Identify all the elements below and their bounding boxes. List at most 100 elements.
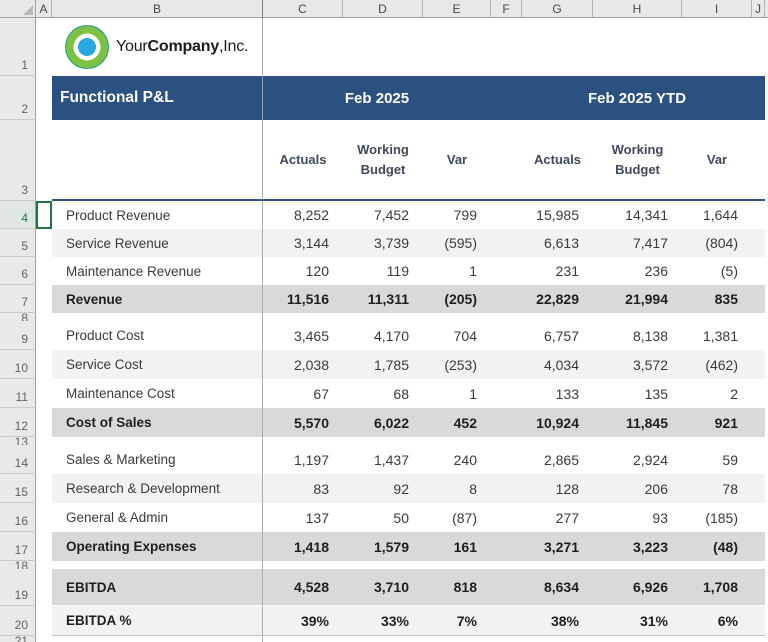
- cell-value[interactable]: 33%: [343, 606, 423, 636]
- col-header-j[interactable]: J: [752, 0, 765, 18]
- col-header-e[interactable]: E: [423, 0, 491, 18]
- cell-value[interactable]: 236: [593, 257, 682, 285]
- cell-value[interactable]: 8: [423, 474, 491, 503]
- var-header[interactable]: Var: [423, 120, 491, 201]
- cell-value[interactable]: 78: [682, 474, 752, 503]
- cell-value[interactable]: 137: [263, 503, 343, 532]
- row-label[interactable]: Maintenance Revenue: [52, 257, 263, 285]
- col-header-a[interactable]: A: [36, 0, 52, 18]
- cell[interactable]: [36, 229, 52, 257]
- row-label[interactable]: Product Revenue: [52, 201, 263, 229]
- cell[interactable]: [491, 257, 522, 285]
- cell-value[interactable]: 5,570: [263, 408, 343, 437]
- cell-value[interactable]: 120: [263, 257, 343, 285]
- cell-value[interactable]: 7,452: [343, 201, 423, 229]
- cell-value[interactable]: 2,038: [263, 350, 343, 379]
- cell-value[interactable]: (48): [682, 532, 752, 561]
- cell-value[interactable]: 1,437: [343, 445, 423, 474]
- cell-value[interactable]: 1,644: [682, 201, 752, 229]
- row-number[interactable]: 14: [0, 445, 36, 474]
- cell[interactable]: [752, 408, 765, 437]
- cell[interactable]: [491, 379, 522, 408]
- cell-value[interactable]: 119: [343, 257, 423, 285]
- row-label[interactable]: Service Revenue: [52, 229, 263, 257]
- cell-value[interactable]: 50: [343, 503, 423, 532]
- cell-value[interactable]: 39%: [263, 606, 343, 636]
- cell-value[interactable]: 3,271: [522, 532, 593, 561]
- ytd-header-cell[interactable]: Feb 2025 YTD: [522, 76, 752, 120]
- cell[interactable]: [343, 18, 423, 76]
- cell[interactable]: [593, 18, 682, 76]
- cell[interactable]: [36, 321, 52, 350]
- col-header-d[interactable]: D: [343, 0, 423, 18]
- col-header-f[interactable]: F: [491, 0, 522, 18]
- select-all-corner[interactable]: [0, 0, 36, 18]
- row-number[interactable]: 1: [0, 18, 36, 76]
- actuals-header[interactable]: Actuals: [522, 120, 593, 201]
- row-number-collapsed[interactable]: 21: [0, 636, 36, 642]
- cell-value[interactable]: 93: [593, 503, 682, 532]
- cell-value[interactable]: 7%: [423, 606, 491, 636]
- cell-value[interactable]: 8,252: [263, 201, 343, 229]
- cell[interactable]: [491, 503, 522, 532]
- cell[interactable]: [36, 120, 52, 201]
- cell[interactable]: [752, 350, 765, 379]
- cell-value[interactable]: 21,994: [593, 285, 682, 313]
- cell-value[interactable]: 92: [343, 474, 423, 503]
- cell[interactable]: [36, 257, 52, 285]
- cell[interactable]: [36, 18, 52, 76]
- cell-value[interactable]: (595): [423, 229, 491, 257]
- cell[interactable]: [491, 532, 522, 561]
- row-label[interactable]: Cost of Sales: [52, 408, 263, 437]
- cell-value[interactable]: 83: [263, 474, 343, 503]
- cell-value[interactable]: 4,170: [343, 321, 423, 350]
- cell[interactable]: [36, 379, 52, 408]
- cell-value[interactable]: 231: [522, 257, 593, 285]
- cell[interactable]: [752, 18, 765, 76]
- row-number[interactable]: 7: [0, 285, 36, 313]
- report-title-cell[interactable]: Functional P&L: [52, 76, 263, 120]
- cell[interactable]: [752, 120, 765, 201]
- cell[interactable]: [36, 76, 52, 120]
- selected-cell[interactable]: [36, 201, 52, 229]
- cell-value[interactable]: 133: [522, 379, 593, 408]
- cell-value[interactable]: 3,710: [343, 569, 423, 606]
- cell-value[interactable]: 206: [593, 474, 682, 503]
- row-number[interactable]: 5: [0, 229, 36, 257]
- col-header-b[interactable]: B: [52, 0, 263, 18]
- cell-value[interactable]: 38%: [522, 606, 593, 636]
- row-number[interactable]: 6: [0, 257, 36, 285]
- col-header-h[interactable]: H: [593, 0, 682, 18]
- cell-value[interactable]: 1,418: [263, 532, 343, 561]
- cell[interactable]: [491, 201, 522, 229]
- cell[interactable]: [491, 120, 522, 201]
- cell-value[interactable]: 10,924: [522, 408, 593, 437]
- cell-value[interactable]: 6,757: [522, 321, 593, 350]
- cell-value[interactable]: (87): [423, 503, 491, 532]
- cell[interactable]: [36, 408, 52, 437]
- cell-value[interactable]: 6%: [682, 606, 752, 636]
- var-header[interactable]: Var: [682, 120, 752, 201]
- cell[interactable]: [36, 503, 52, 532]
- cell-value[interactable]: 835: [682, 285, 752, 313]
- cell[interactable]: [491, 18, 522, 76]
- cell-value[interactable]: 59: [682, 445, 752, 474]
- cell-value[interactable]: 799: [423, 201, 491, 229]
- cell[interactable]: [752, 474, 765, 503]
- cell-value[interactable]: 1,197: [263, 445, 343, 474]
- cell-value[interactable]: 128: [522, 474, 593, 503]
- working-budget-header[interactable]: Working Budget: [593, 120, 682, 201]
- cell[interactable]: [752, 379, 765, 408]
- cell-value[interactable]: 1,579: [343, 532, 423, 561]
- logo-cell[interactable]: YourCompany,Inc.: [52, 18, 263, 76]
- row-number[interactable]: 15: [0, 474, 36, 503]
- row-label[interactable]: Service Cost: [52, 350, 263, 379]
- row-number-collapsed[interactable]: 13: [0, 437, 36, 445]
- row-number-collapsed[interactable]: 18: [0, 561, 36, 569]
- cell[interactable]: [752, 569, 765, 606]
- cell-value[interactable]: 1,381: [682, 321, 752, 350]
- cell-value[interactable]: 3,739: [343, 229, 423, 257]
- row-label[interactable]: Product Cost: [52, 321, 263, 350]
- cell-value[interactable]: 135: [593, 379, 682, 408]
- row-label[interactable]: EBITDA: [52, 569, 263, 606]
